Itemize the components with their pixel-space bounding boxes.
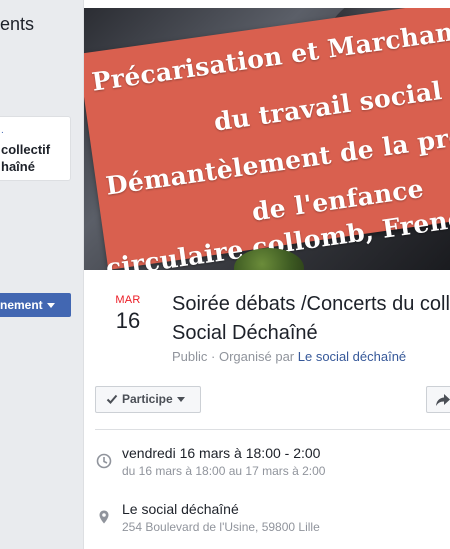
left-button-label: nement xyxy=(0,298,43,312)
event-card: Précarisation et Marchand du travail soc… xyxy=(83,0,450,549)
event-date-badge: MAR 16 xyxy=(106,294,150,334)
event-cover-photo[interactable]: Précarisation et Marchand du travail soc… xyxy=(84,8,450,270)
event-meta: Public · Organisé par Le social déchaîné xyxy=(172,349,406,364)
event-title-line2: Social Déchaîné xyxy=(172,322,318,344)
section-divider xyxy=(95,429,450,430)
check-icon xyxy=(106,394,118,404)
event-datetime-range: du 16 mars à 18:00 au 17 mars à 2:00 xyxy=(122,464,326,478)
event-title-line1: Soirée débats /Concerts du colle xyxy=(172,293,450,315)
left-card-prefix: . xyxy=(1,125,4,136)
event-month: MAR xyxy=(115,294,141,306)
left-section-heading: ents xyxy=(0,14,35,34)
caret-down-icon xyxy=(176,397,185,403)
clock-icon xyxy=(96,453,112,469)
event-organizer-link[interactable]: Le social déchaîné xyxy=(298,349,406,364)
participe-label: Participe xyxy=(122,392,173,406)
left-card-name-line2: haîné xyxy=(1,159,35,174)
left-page-card[interactable]: . collectif haîné xyxy=(0,116,71,181)
share-arrow-icon xyxy=(436,394,450,406)
event-place-name[interactable]: Le social déchaîné xyxy=(122,501,239,517)
event-title: Soirée débats /Concerts du colle Social … xyxy=(172,290,450,348)
left-card-name-line1: collectif xyxy=(1,142,51,157)
left-dropdown-button[interactable]: nement xyxy=(0,293,71,317)
left-column: ents . collectif haîné nement xyxy=(0,0,83,549)
share-button[interactable] xyxy=(426,386,450,413)
caret-down-icon xyxy=(46,303,55,309)
event-organized-by-label: · Organisé par xyxy=(207,349,298,364)
event-privacy: Public xyxy=(172,349,208,364)
participe-button[interactable]: Participe xyxy=(95,386,201,413)
event-place-address: 254 Boulevard de l'Usine, 59800 Lille xyxy=(122,520,320,534)
event-day: 16 xyxy=(115,308,141,333)
location-pin-icon xyxy=(99,510,109,524)
left-card-name[interactable]: collectif haîné xyxy=(1,141,50,175)
event-datetime[interactable]: vendredi 16 mars à 18:00 - 2:00 xyxy=(122,445,320,461)
